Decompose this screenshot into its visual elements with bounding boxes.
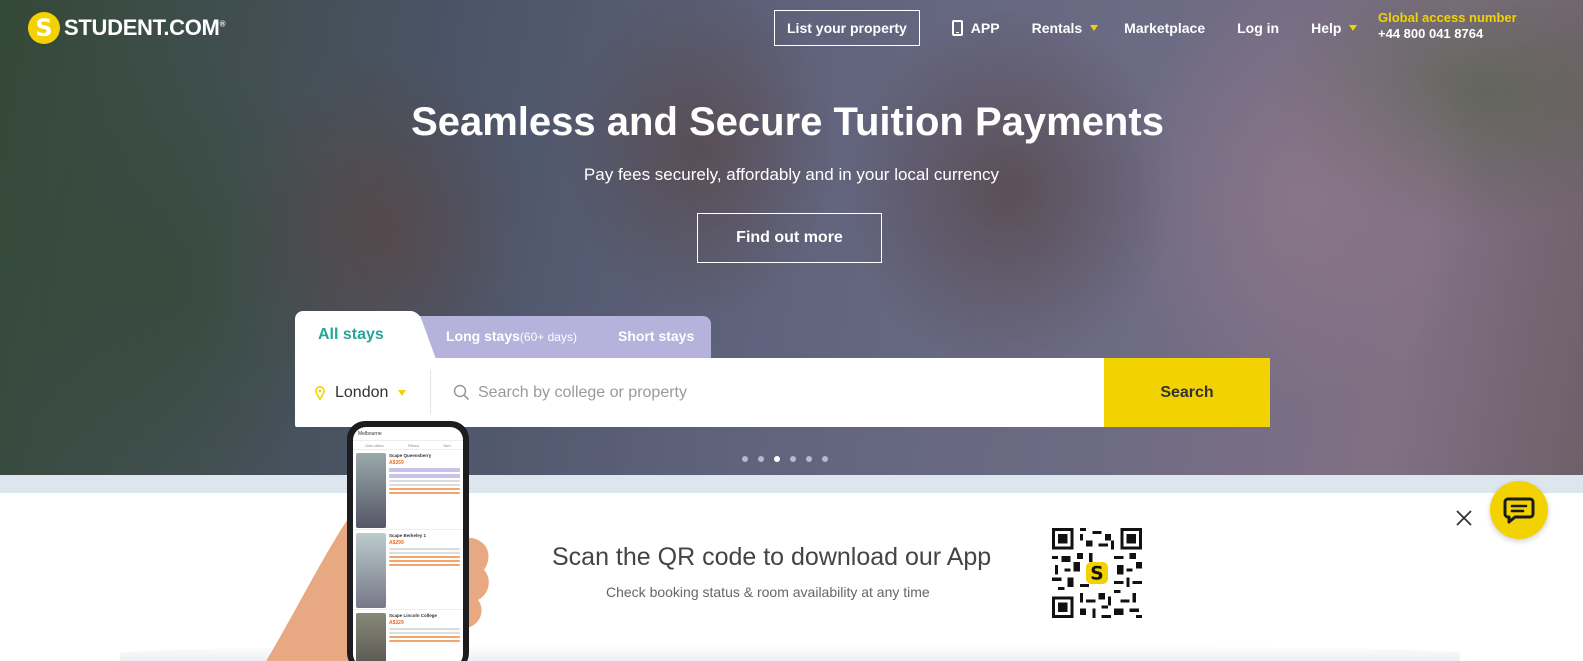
tab-short-stays[interactable]: Short stays bbox=[618, 328, 694, 344]
global-access-number[interactable]: +44 800 041 8764 bbox=[1378, 26, 1517, 42]
listing-price: A$329 bbox=[389, 620, 404, 626]
hero-subline: Pay fees securely, affordably and in you… bbox=[583, 165, 1000, 184]
carousel-dot[interactable] bbox=[790, 456, 796, 462]
carousel-dot[interactable] bbox=[758, 456, 764, 462]
search-icon bbox=[453, 384, 470, 401]
search-input[interactable] bbox=[478, 383, 1078, 402]
listing-name: Scape Lincoln College bbox=[389, 613, 438, 618]
global-access-label: Global access number bbox=[1378, 10, 1517, 25]
stay-type-tabs: All stays Long stays(60+ days) Short sta… bbox=[295, 311, 711, 358]
find-out-more-button[interactable]: Find out more bbox=[697, 213, 882, 263]
carousel-dot[interactable] bbox=[822, 456, 828, 462]
chat-button[interactable] bbox=[1490, 481, 1548, 539]
logo-icon: S bbox=[28, 12, 60, 44]
close-icon[interactable] bbox=[1454, 508, 1474, 528]
listing-price: A$299 bbox=[389, 540, 404, 546]
carousel-dot[interactable] bbox=[774, 456, 780, 462]
phone-listing: Scape Berkeley 1 A$299 bbox=[353, 530, 463, 610]
tab-long-stays[interactable]: Long stays(60+ days) bbox=[446, 328, 577, 344]
rentals-menu[interactable]: Rentals bbox=[1032, 20, 1099, 36]
logo-text: STUDENT.COM bbox=[64, 15, 220, 40]
app-phone-mockup: Melbourne Univ cities Filters Sort Scape… bbox=[250, 418, 500, 661]
list-property-button[interactable]: List your property bbox=[774, 10, 920, 46]
location-pin-icon bbox=[315, 385, 325, 400]
help-menu[interactable]: Help bbox=[1311, 20, 1358, 36]
trademark: ® bbox=[219, 19, 226, 29]
phone-listing: Scape Queensberry A$359 bbox=[353, 450, 463, 530]
listing-name: Scape Queensberry bbox=[389, 453, 432, 458]
qr-code-icon: S bbox=[1052, 528, 1142, 618]
app-link[interactable]: APP bbox=[951, 20, 1000, 36]
tab-all-stays[interactable]: All stays bbox=[295, 311, 415, 358]
search-field[interactable] bbox=[453, 358, 1093, 427]
search-button[interactable]: Search bbox=[1104, 358, 1270, 427]
site-logo[interactable]: S STUDENT.COM® bbox=[28, 12, 225, 44]
chevron-down-icon bbox=[1349, 25, 1358, 31]
login-link[interactable]: Log in bbox=[1237, 20, 1279, 36]
app-banner-subtitle: Check booking status & room availability… bbox=[606, 584, 930, 600]
city-value: London bbox=[335, 383, 389, 401]
phone-header: Melbourne bbox=[358, 430, 382, 437]
phone-device: Melbourne Univ cities Filters Sort Scape… bbox=[347, 421, 469, 661]
phone-filter: Sort bbox=[443, 442, 451, 448]
app-banner-title: Scan the QR code to download our App bbox=[552, 543, 992, 571]
chevron-down-icon bbox=[1090, 25, 1099, 31]
divider bbox=[430, 370, 431, 414]
phone-icon bbox=[951, 20, 963, 36]
search-box: London Search bbox=[295, 358, 1270, 427]
hero-bottom-strip bbox=[0, 475, 1583, 493]
app-link-label: APP bbox=[970, 20, 1000, 36]
listing-image bbox=[356, 453, 386, 528]
global-access: Global access number +44 800 041 8764 bbox=[1378, 10, 1517, 42]
top-nav: List your property APP Rentals Marketpla… bbox=[774, 10, 1358, 46]
carousel-dots bbox=[742, 456, 828, 462]
listing-name: Scape Berkeley 1 bbox=[389, 533, 427, 538]
phone-listing: Scape Lincoln College A$329 bbox=[353, 610, 463, 661]
rentals-label: Rentals bbox=[1031, 20, 1083, 36]
hero-headline: Seamless and Secure Tuition Payments bbox=[411, 100, 1164, 144]
tab-long-stays-label: Long stays bbox=[446, 328, 520, 344]
tab-all-stays-label: All stays bbox=[318, 325, 384, 343]
phone-screen: Melbourne Univ cities Filters Sort Scape… bbox=[353, 427, 463, 661]
carousel-dot[interactable] bbox=[806, 456, 812, 462]
listing-image bbox=[356, 613, 386, 661]
help-label: Help bbox=[1311, 20, 1342, 36]
chat-icon bbox=[1503, 497, 1535, 524]
marketplace-link[interactable]: Marketplace bbox=[1124, 20, 1205, 36]
tab-long-stays-note: (60+ days) bbox=[519, 330, 577, 344]
carousel-dot[interactable] bbox=[742, 456, 748, 462]
svg-text:S: S bbox=[1090, 564, 1103, 585]
phone-filter: Filters bbox=[407, 442, 419, 448]
listing-price: A$359 bbox=[389, 460, 404, 466]
phone-filter: Univ cities bbox=[365, 442, 384, 448]
listing-image bbox=[356, 533, 386, 608]
city-selector[interactable]: London bbox=[315, 358, 407, 427]
chevron-down-icon bbox=[398, 389, 407, 396]
app-banner bbox=[0, 493, 1583, 661]
